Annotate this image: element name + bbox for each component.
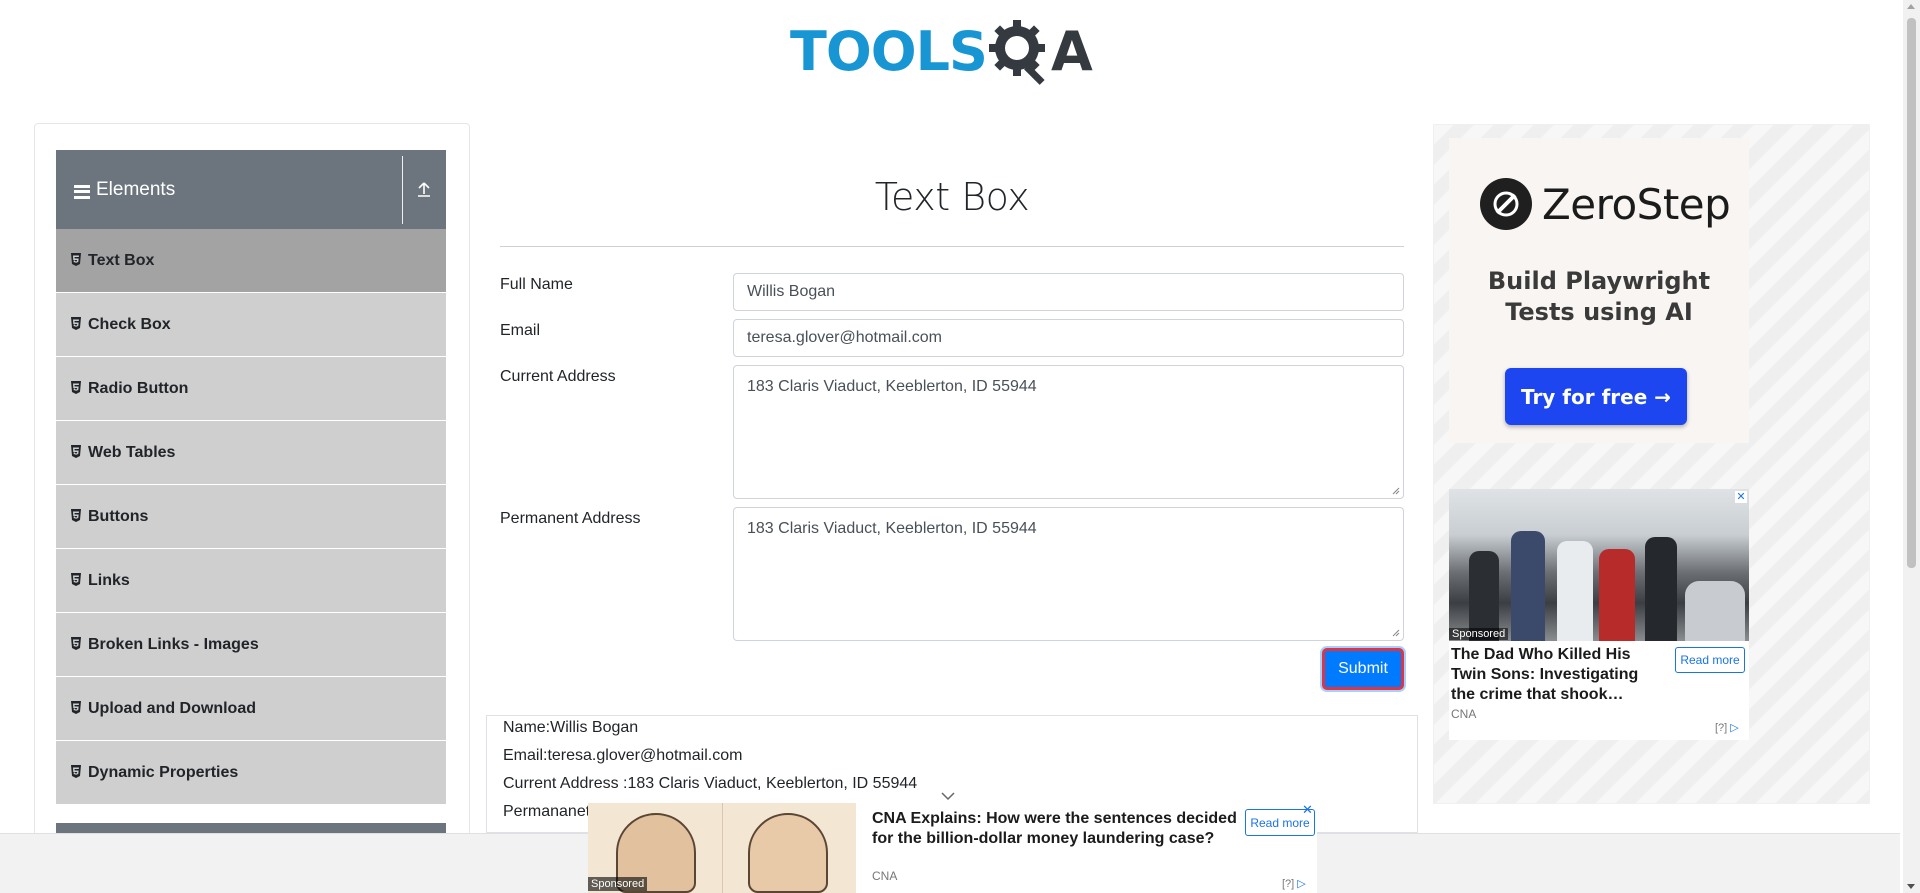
sidebar-item-label: Upload and Download (88, 699, 256, 717)
output-email: Email:teresa.glover@hotmail.com (503, 747, 743, 764)
adchoices-icon[interactable]: [?] ▷ (1282, 877, 1306, 890)
zerostep-logo: ZeroStep (1480, 178, 1731, 230)
sidebar-item-buttons[interactable]: Buttons (56, 485, 446, 549)
logo-suffix: A (1050, 20, 1093, 83)
close-icon[interactable]: ✕ (1302, 802, 1313, 818)
zerostep-brand: ZeroStep (1542, 179, 1731, 229)
page-title: Text Box (874, 175, 1030, 219)
try-for-free-button[interactable]: Try for free → (1505, 368, 1687, 425)
bottom-ad-headline[interactable]: CNA Explains: How were the sentences dec… (872, 809, 1252, 849)
bottom-ad-image: Sponsored (588, 803, 856, 893)
left-panel: Elements Text Box Check Box Radio Button… (34, 123, 470, 893)
close-icon[interactable]: ✕ (1735, 491, 1747, 503)
permanent-address-value: 183 Claris Viaduct, Keeblerton, ID 55944 (747, 520, 1037, 537)
sidebar-item-web-tables[interactable]: Web Tables (56, 421, 446, 485)
email-value: teresa.glover@hotmail.com (747, 329, 942, 346)
sponsored-label: Sponsored (588, 877, 648, 891)
full-name-input[interactable]: Willis Bogan (733, 273, 1404, 311)
sidebar-item-broken-links-images[interactable]: Broken Links - Images (56, 613, 446, 677)
elements-menu: Text Box Check Box Radio Button Web Tabl… (56, 229, 446, 805)
zerostep-logo-icon (1480, 178, 1532, 230)
sidebar-item-label: Check Box (88, 315, 171, 333)
output-permanent-address: Permananet (503, 803, 591, 820)
email-label: Email (500, 322, 541, 339)
sponsored-label: Sponsored (1449, 628, 1509, 640)
adchoice-text: [?] (1282, 878, 1295, 890)
html5-icon (71, 445, 81, 458)
submit-button[interactable]: Submit (1322, 648, 1404, 690)
html5-icon (71, 381, 81, 394)
elements-group-header[interactable]: Elements (56, 150, 446, 229)
page-scrollbar[interactable] (1903, 0, 1920, 893)
tagline-line-2: Tests using AI (1505, 298, 1693, 326)
header-divider (402, 156, 403, 224)
sidebar-item-radio-button[interactable]: Radio Button (56, 357, 446, 421)
gear-magnifier-icon (988, 20, 1045, 85)
html5-icon (71, 253, 81, 266)
resize-grip-icon[interactable] (1392, 487, 1400, 495)
sidebar-item-upload-and-download[interactable]: Upload and Download (56, 677, 446, 741)
bottom-ad-source: CNA (872, 869, 898, 883)
sidebar-item-label: Radio Button (88, 379, 189, 397)
logo-text: TOOLS (790, 20, 988, 83)
sponsored-photo: Sponsored ✕ (1449, 489, 1749, 641)
sidebar-item-label: Broken Links - Images (88, 635, 259, 653)
current-address-label: Current Address (500, 368, 616, 385)
adchoice-text: [?] (1715, 722, 1728, 734)
html5-icon (71, 317, 81, 330)
chevron-down-icon[interactable] (938, 789, 958, 803)
sidebar-item-label: Dynamic Properties (88, 763, 239, 781)
sidebar-item-label: Web Tables (88, 443, 176, 461)
email-input[interactable]: teresa.glover@hotmail.com (733, 319, 1404, 357)
output-current-address: Current Address :183 Claris Viaduct, Kee… (503, 775, 918, 792)
right-ad-column: ZeroStep Build Playwright Tests using AI… (1433, 124, 1870, 804)
full-name-label: Full Name (500, 276, 573, 293)
sidebar-item-links[interactable]: Links (56, 549, 446, 613)
scroll-thumb[interactable] (1907, 18, 1916, 568)
scroll-down-arrow-icon[interactable] (1907, 884, 1915, 889)
zerostep-tagline: Build Playwright Tests using AI (1449, 266, 1749, 328)
permanent-address-textarea[interactable]: 183 Claris Viaduct, Keeblerton, ID 55944 (733, 507, 1404, 641)
sidebar-item-dynamic-properties[interactable]: Dynamic Properties (56, 741, 446, 805)
html5-icon (71, 637, 81, 650)
current-address-value: 183 Claris Viaduct, Keeblerton, ID 55944 (747, 378, 1037, 395)
tagline-line-1: Build Playwright (1487, 267, 1711, 295)
full-name-value: Willis Bogan (747, 283, 836, 300)
collapse-up-icon[interactable] (416, 180, 432, 198)
sidebar-item-check-box[interactable]: Check Box (56, 293, 446, 357)
html5-icon (71, 509, 81, 522)
html5-icon (71, 573, 81, 586)
read-more-button[interactable]: Read more (1675, 647, 1745, 673)
resize-grip-icon[interactable] (1392, 629, 1400, 637)
sidebar-item-label: Buttons (88, 507, 149, 525)
zerostep-ad[interactable]: ZeroStep Build Playwright Tests using AI… (1449, 138, 1749, 443)
sponsored-card[interactable]: Sponsored ✕ The Dad Who Killed His Twin … (1449, 489, 1749, 740)
output-name: Name:Willis Bogan (503, 719, 639, 736)
scroll-up-arrow-icon[interactable] (1907, 4, 1915, 9)
adchoices-icon[interactable]: [?] ▷ (1715, 721, 1739, 734)
permanent-address-label: Permanent Address (500, 510, 641, 527)
html5-icon (71, 765, 81, 778)
sidebar-item-label: Text Box (88, 251, 155, 269)
sponsored-source: CNA (1451, 707, 1477, 721)
sponsored-headline[interactable]: The Dad Who Killed His Twin Sons: Invest… (1451, 645, 1641, 705)
hamburger-icon (74, 184, 90, 199)
bottom-sponsored-ad[interactable]: Sponsored CNA Explains: How were the sen… (588, 792, 1317, 893)
group-title: Elements (96, 178, 176, 200)
title-divider (500, 246, 1404, 247)
toolsqa-logo[interactable]: TOOLS A (790, 14, 1093, 90)
html5-icon (71, 701, 81, 714)
sidebar-item-text-box[interactable]: Text Box (56, 229, 446, 293)
current-address-textarea[interactable]: 183 Claris Viaduct, Keeblerton, ID 55944 (733, 365, 1404, 499)
sidebar-item-label: Links (88, 571, 130, 589)
